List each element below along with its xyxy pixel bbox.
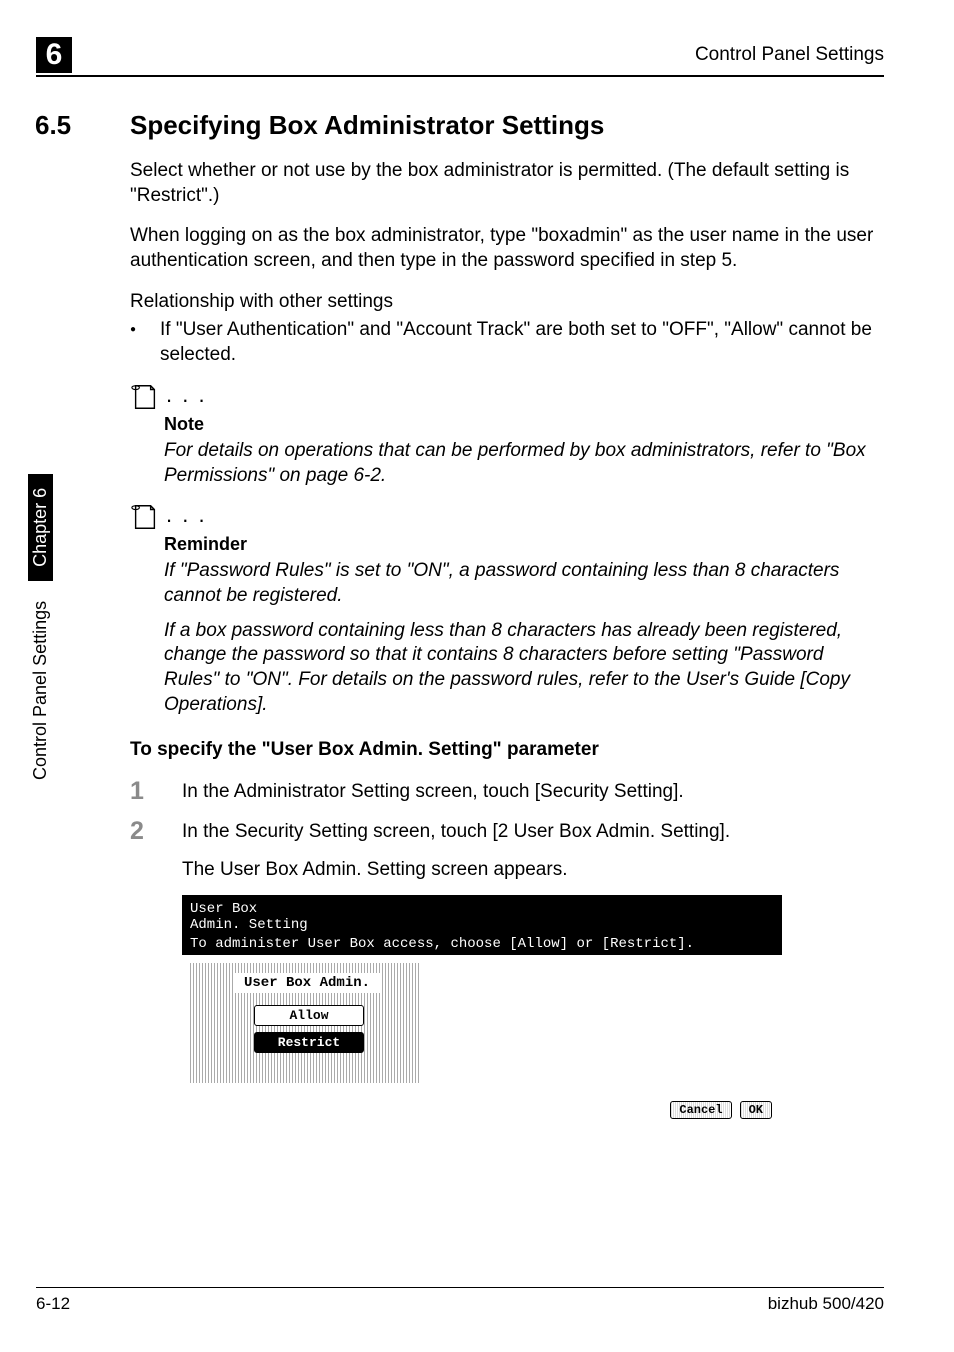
- ellipsis-icon: . . .: [166, 502, 207, 528]
- restrict-button[interactable]: Restrict: [254, 1032, 364, 1053]
- note-body: For details on operations that can be pe…: [164, 439, 884, 488]
- allow-button[interactable]: Allow: [254, 1005, 364, 1026]
- footer-product: bizhub 500/420: [768, 1294, 884, 1314]
- screenshot-group-label: User Box Admin.: [234, 973, 380, 993]
- sidebar-chapter-badge: Chapter 6: [28, 474, 53, 581]
- note-paper-icon: [130, 502, 160, 532]
- note-paper-icon: [130, 382, 160, 412]
- footer-rule: [36, 1287, 884, 1288]
- cancel-button[interactable]: Cancel: [670, 1101, 731, 1119]
- screenshot-instruction: To administer User Box access, choose [A…: [190, 936, 694, 952]
- paragraph: Select whether or not use by the box adm…: [130, 159, 884, 208]
- header-rule: [36, 75, 884, 77]
- paragraph: When logging on as the box administrator…: [130, 224, 884, 273]
- note-icon-row: . . .: [130, 502, 884, 532]
- screenshot-title-line2: Admin. Setting: [190, 917, 308, 933]
- note-icon-row: . . .: [130, 382, 884, 412]
- paragraph: Relationship with other settings: [130, 290, 884, 315]
- section-number: 6.5: [35, 110, 100, 159]
- step-number: 1: [130, 779, 154, 805]
- reminder-label: Reminder: [164, 534, 884, 555]
- section-title: Specifying Box Administrator Settings: [130, 110, 604, 141]
- reminder-body: If "Password Rules" is set to "ON", a pa…: [164, 559, 884, 608]
- screenshot-titlebar: User Box Admin. Setting To administer Us…: [182, 895, 782, 955]
- reminder-body: If a box password containing less than 8…: [164, 619, 884, 718]
- sub-heading: To specify the "User Box Admin. Setting"…: [130, 739, 884, 761]
- ok-button[interactable]: OK: [740, 1101, 772, 1119]
- step-item: 1 In the Administrator Setting screen, t…: [130, 779, 884, 805]
- running-header: Control Panel Settings: [695, 44, 884, 66]
- bullet-item: If "User Authentication" and "Account Tr…: [130, 318, 884, 367]
- note-label: Note: [164, 414, 884, 435]
- step-text: In the Administrator Setting screen, tou…: [182, 779, 684, 805]
- screenshot-body: User Box Admin. Allow Restrict Cancel OK: [182, 955, 782, 1125]
- screenshot-option-group: User Box Admin. Allow Restrict: [190, 963, 420, 1083]
- sidebar-label: Control Panel Settings Chapter 6: [28, 474, 53, 780]
- ellipsis-icon: . . .: [166, 382, 207, 408]
- chapter-badge: 6: [36, 37, 72, 73]
- bullet-text: If "User Authentication" and "Account Tr…: [160, 318, 884, 367]
- step-item: 2 In the Security Setting screen, touch …: [130, 819, 884, 845]
- screenshot-title-line1: User Box: [190, 901, 257, 917]
- step-number: 2: [130, 819, 154, 845]
- panel-screenshot: User Box Admin. Setting To administer Us…: [182, 895, 782, 1125]
- sidebar-text: Control Panel Settings: [30, 601, 51, 780]
- step-text: In the Security Setting screen, touch [2…: [182, 819, 730, 845]
- step-subtext: The User Box Admin. Setting screen appea…: [182, 859, 884, 881]
- bullet-dot-icon: [130, 318, 160, 367]
- footer-page-number: 6-12: [36, 1294, 70, 1314]
